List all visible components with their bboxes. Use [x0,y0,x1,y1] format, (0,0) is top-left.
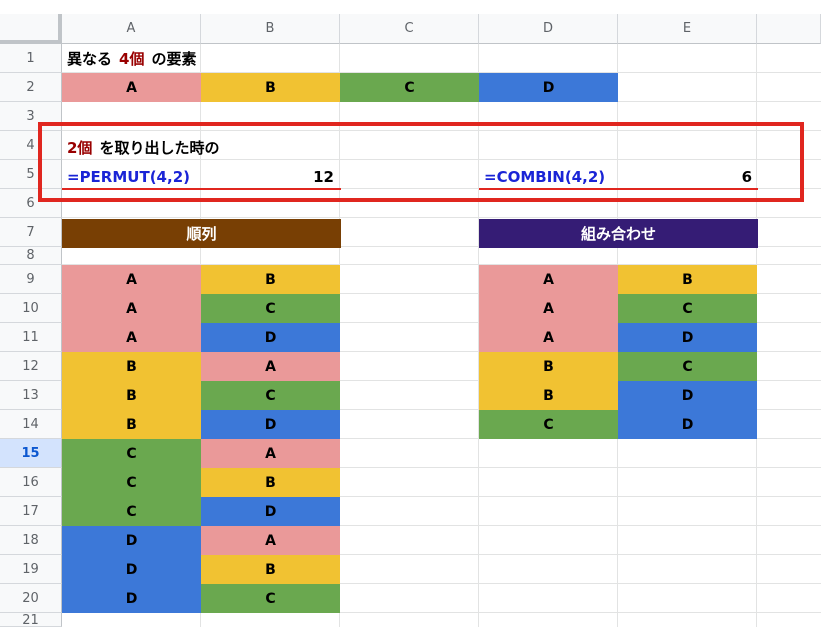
row-header-15[interactable]: 15 [0,439,62,468]
column-header-a[interactable]: A [62,14,201,44]
row-header-8[interactable]: 8 [0,247,62,265]
combination-first-cell[interactable]: B [479,352,618,381]
combination-second-cell[interactable]: D [618,323,757,352]
permutation-first-cell[interactable]: A [62,265,201,294]
row-header-11[interactable]: 11 [0,323,62,352]
element-cell-b[interactable]: B [201,73,340,102]
combination-first-cell[interactable]: A [479,265,618,294]
row-header-10[interactable]: 10 [0,294,62,323]
permutation-second-cell[interactable]: D [201,323,340,352]
combination-second-cell[interactable]: D [618,410,757,439]
combination-second-cell[interactable]: B [618,265,757,294]
row-header-17[interactable]: 17 [0,497,62,526]
column-header-c[interactable]: C [340,14,479,44]
combination-first-cell[interactable]: A [479,323,618,352]
permutation-first-cell[interactable]: D [62,555,201,584]
permutation-second-cell[interactable]: A [201,439,340,468]
permutation-second-cell[interactable]: B [201,265,340,294]
row-header-13[interactable]: 13 [0,381,62,410]
title-suffix: の要素 [151,50,197,68]
gridline-horizontal [62,217,821,218]
permutation-second-cell[interactable]: D [201,410,340,439]
permutation-second-cell[interactable]: A [201,352,340,381]
permutation-first-cell[interactable]: D [62,526,201,555]
permutation-first-cell[interactable]: B [62,352,201,381]
permutation-first-cell[interactable]: B [62,410,201,439]
permutation-first-cell[interactable]: A [62,323,201,352]
combination-second-cell[interactable]: C [618,352,757,381]
permutation-first-cell[interactable]: D [62,584,201,613]
permutation-first-cell[interactable]: A [62,294,201,323]
row-header-12[interactable]: 12 [0,352,62,381]
combination-first-cell[interactable]: A [479,294,618,323]
combination-header[interactable]: 組み合わせ [479,219,758,248]
column-header-d[interactable]: D [479,14,618,44]
highlight-box [38,122,804,202]
row-header-21[interactable]: 21 [0,613,62,627]
title-cell[interactable]: 異なる 4個 の要素 [67,44,196,73]
row-header-2[interactable]: 2 [0,73,62,102]
row-header-18[interactable]: 18 [0,526,62,555]
permutation-first-cell[interactable]: B [62,381,201,410]
combination-second-cell[interactable]: C [618,294,757,323]
combination-first-cell[interactable]: B [479,381,618,410]
permutation-second-cell[interactable]: D [201,497,340,526]
column-header-b[interactable]: B [201,14,340,44]
row-header-7[interactable]: 7 [0,218,62,247]
element-cell-a[interactable]: A [62,73,201,102]
permutation-second-cell[interactable]: C [201,584,340,613]
row-header-16[interactable]: 16 [0,468,62,497]
permutation-second-cell[interactable]: C [201,294,340,323]
element-cell-d[interactable]: D [479,73,618,102]
toolbar-strip [0,0,821,14]
title-number: 4個 [119,50,145,68]
column-header-overflow[interactable] [757,14,821,44]
title-prefix: 異なる [67,50,113,68]
row-header-1[interactable]: 1 [0,44,62,73]
permutation-first-cell[interactable]: C [62,439,201,468]
element-cell-c[interactable]: C [340,73,479,102]
permutation-second-cell[interactable]: B [201,468,340,497]
row-header-19[interactable]: 19 [0,555,62,584]
permutation-second-cell[interactable]: B [201,555,340,584]
combination-first-cell[interactable]: C [479,410,618,439]
select-all-corner[interactable] [0,14,62,44]
row-header-9[interactable]: 9 [0,265,62,294]
permutation-second-cell[interactable]: A [201,526,340,555]
column-header-e[interactable]: E [618,14,757,44]
permutation-header[interactable]: 順列 [62,219,341,248]
permutation-first-cell[interactable]: C [62,497,201,526]
permutation-first-cell[interactable]: C [62,468,201,497]
permutation-second-cell[interactable]: C [201,381,340,410]
row-header-20[interactable]: 20 [0,584,62,613]
row-header-14[interactable]: 14 [0,410,62,439]
combination-second-cell[interactable]: D [618,381,757,410]
